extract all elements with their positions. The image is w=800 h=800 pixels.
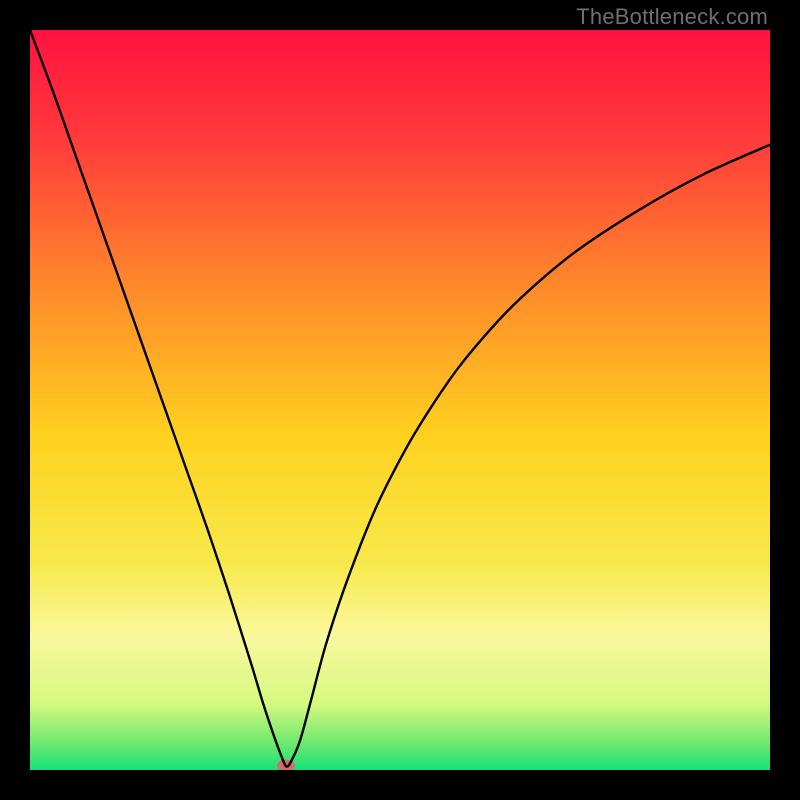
plot-area (30, 30, 770, 770)
chart-svg (30, 30, 770, 770)
watermark-text: TheBottleneck.com (576, 4, 768, 30)
chart-frame: TheBottleneck.com (0, 0, 800, 800)
gradient-background (30, 30, 770, 770)
